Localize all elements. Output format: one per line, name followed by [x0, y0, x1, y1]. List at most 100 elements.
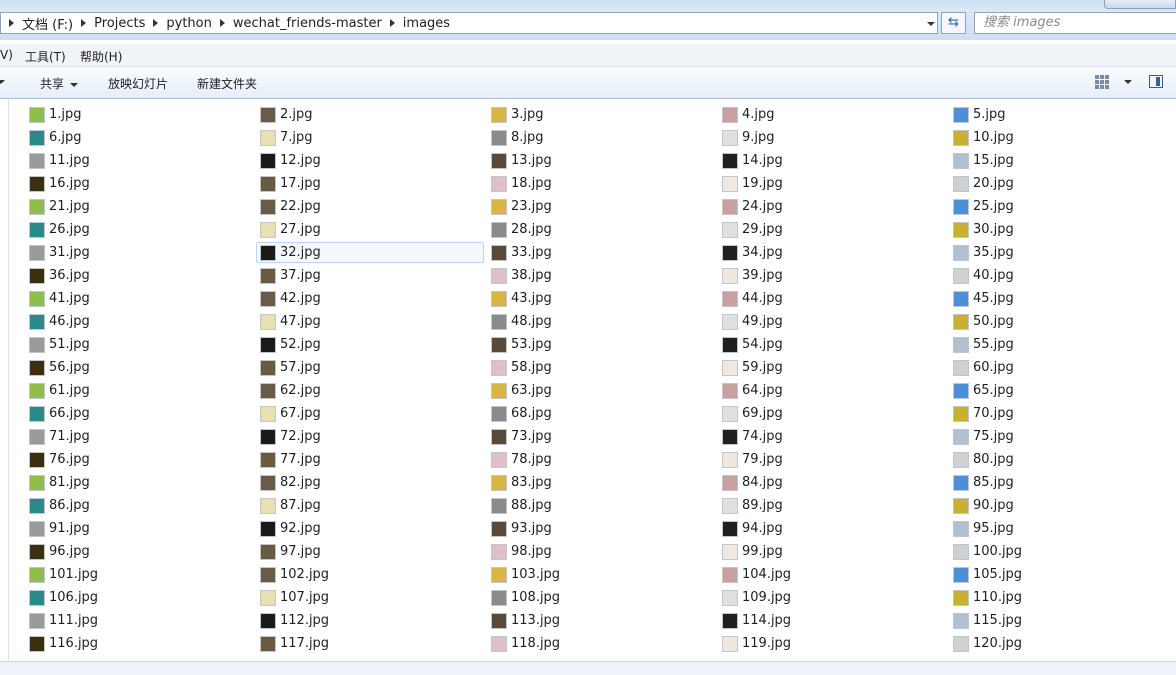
file-item[interactable]: 46.jpg [26, 311, 254, 332]
file-item[interactable]: 27.jpg [257, 219, 485, 240]
file-item[interactable]: 43.jpg [488, 288, 716, 309]
file-item[interactable]: 17.jpg [257, 173, 485, 194]
file-item[interactable]: 49.jpg [719, 311, 947, 332]
file-item[interactable]: 81.jpg [26, 472, 254, 493]
file-item[interactable]: 50.jpg [950, 311, 1176, 332]
file-item[interactable]: 51.jpg [26, 334, 254, 355]
file-item[interactable]: 1.jpg [26, 104, 254, 125]
file-item[interactable]: 39.jpg [719, 265, 947, 286]
file-item[interactable]: 33.jpg [488, 242, 716, 263]
file-item[interactable]: 108.jpg [488, 587, 716, 608]
file-item[interactable]: 22.jpg [257, 196, 485, 217]
file-item[interactable]: 117.jpg [257, 633, 485, 654]
file-item[interactable]: 34.jpg [719, 242, 947, 263]
file-item[interactable]: 4.jpg [719, 104, 947, 125]
file-item[interactable]: 63.jpg [488, 380, 716, 401]
file-item[interactable]: 6.jpg [26, 127, 254, 148]
file-item[interactable]: 120.jpg [950, 633, 1176, 654]
file-item[interactable]: 75.jpg [950, 426, 1176, 447]
file-item[interactable]: 83.jpg [488, 472, 716, 493]
file-item[interactable]: 92.jpg [257, 518, 485, 539]
search-input[interactable]: 搜索 images [974, 12, 1176, 34]
file-item[interactable]: 80.jpg [950, 449, 1176, 470]
file-item[interactable]: 24.jpg [719, 196, 947, 217]
file-item[interactable]: 106.jpg [26, 587, 254, 608]
file-item[interactable]: 14.jpg [719, 150, 947, 171]
file-item[interactable]: 113.jpg [488, 610, 716, 631]
file-item[interactable]: 18.jpg [488, 173, 716, 194]
file-item[interactable]: 7.jpg [257, 127, 485, 148]
file-item[interactable]: 42.jpg [257, 288, 485, 309]
file-item[interactable]: 52.jpg [257, 334, 485, 355]
file-item[interactable]: 57.jpg [257, 357, 485, 378]
breadcrumb-drive[interactable]: 文档 (F:) [22, 14, 73, 33]
file-item[interactable]: 31.jpg [26, 242, 254, 263]
file-item[interactable]: 79.jpg [719, 449, 947, 470]
file-item[interactable]: 107.jpg [257, 587, 485, 608]
menu-help[interactable]: 帮助(H) [80, 48, 122, 65]
file-item[interactable]: 65.jpg [950, 380, 1176, 401]
file-item[interactable]: 105.jpg [950, 564, 1176, 585]
file-item[interactable]: 103.jpg [488, 564, 716, 585]
file-item[interactable]: 116.jpg [26, 633, 254, 654]
menu-view[interactable]: V) [0, 48, 13, 62]
breadcrumb-arrow-icon[interactable] [153, 19, 159, 27]
file-item[interactable]: 94.jpg [719, 518, 947, 539]
file-item[interactable]: 110.jpg [950, 587, 1176, 608]
address-dropdown-icon[interactable] [923, 13, 939, 35]
file-item[interactable]: 84.jpg [719, 472, 947, 493]
file-item[interactable]: 73.jpg [488, 426, 716, 447]
breadcrumb-arrow-icon[interactable] [219, 19, 225, 27]
file-item[interactable]: 40.jpg [950, 265, 1176, 286]
file-item[interactable]: 20.jpg [950, 173, 1176, 194]
file-item[interactable]: 54.jpg [719, 334, 947, 355]
file-item[interactable]: 64.jpg [719, 380, 947, 401]
file-item[interactable]: 11.jpg [26, 150, 254, 171]
file-item[interactable]: 47.jpg [257, 311, 485, 332]
file-item[interactable]: 67.jpg [257, 403, 485, 424]
file-item[interactable]: 26.jpg [26, 219, 254, 240]
file-item[interactable]: 114.jpg [719, 610, 947, 631]
file-item[interactable]: 16.jpg [26, 173, 254, 194]
file-item[interactable]: 66.jpg [26, 403, 254, 424]
file-item[interactable]: 62.jpg [257, 380, 485, 401]
file-item[interactable]: 19.jpg [719, 173, 947, 194]
file-item[interactable]: 85.jpg [950, 472, 1176, 493]
file-item[interactable]: 21.jpg [26, 196, 254, 217]
file-item[interactable]: 35.jpg [950, 242, 1176, 263]
breadcrumb-python[interactable]: python [166, 16, 211, 31]
window-controls[interactable] [1104, 0, 1176, 9]
file-item[interactable]: 9.jpg [719, 127, 947, 148]
breadcrumb-wechat-friends[interactable]: wechat_friends-master [233, 16, 382, 31]
preview-pane-icon[interactable] [1149, 75, 1163, 88]
file-item[interactable]: 45.jpg [950, 288, 1176, 309]
file-item[interactable]: 95.jpg [950, 518, 1176, 539]
file-item[interactable]: 98.jpg [488, 541, 716, 562]
file-item[interactable]: 55.jpg [950, 334, 1176, 355]
file-item[interactable]: 60.jpg [950, 357, 1176, 378]
file-item[interactable]: 15.jpg [950, 150, 1176, 171]
file-item[interactable]: 41.jpg [26, 288, 254, 309]
file-item[interactable]: 93.jpg [488, 518, 716, 539]
address-bar[interactable]: 文档 (F:) Projects python wechat_friends-m… [0, 12, 938, 34]
refresh-button[interactable]: ⇆ [941, 12, 966, 34]
file-item[interactable]: 97.jpg [257, 541, 485, 562]
file-item[interactable]: 23.jpg [488, 196, 716, 217]
file-item[interactable]: 104.jpg [719, 564, 947, 585]
file-item[interactable]: 61.jpg [26, 380, 254, 401]
file-item[interactable]: 100.jpg [950, 541, 1176, 562]
file-item[interactable]: 101.jpg [26, 564, 254, 585]
file-item[interactable]: 68.jpg [488, 403, 716, 424]
file-item[interactable]: 96.jpg [26, 541, 254, 562]
breadcrumb-images[interactable]: images [403, 16, 450, 31]
file-item[interactable]: 70.jpg [950, 403, 1176, 424]
view-options-icon[interactable] [1095, 75, 1109, 89]
menu-tools[interactable]: 工具(T) [25, 48, 66, 65]
file-item[interactable]: 88.jpg [488, 495, 716, 516]
file-item[interactable]: 111.jpg [26, 610, 254, 631]
organize-dropdown-icon[interactable] [0, 80, 5, 84]
file-item[interactable]: 36.jpg [26, 265, 254, 286]
file-item[interactable]: 69.jpg [719, 403, 947, 424]
file-item[interactable]: 82.jpg [257, 472, 485, 493]
file-item[interactable]: 25.jpg [950, 196, 1176, 217]
